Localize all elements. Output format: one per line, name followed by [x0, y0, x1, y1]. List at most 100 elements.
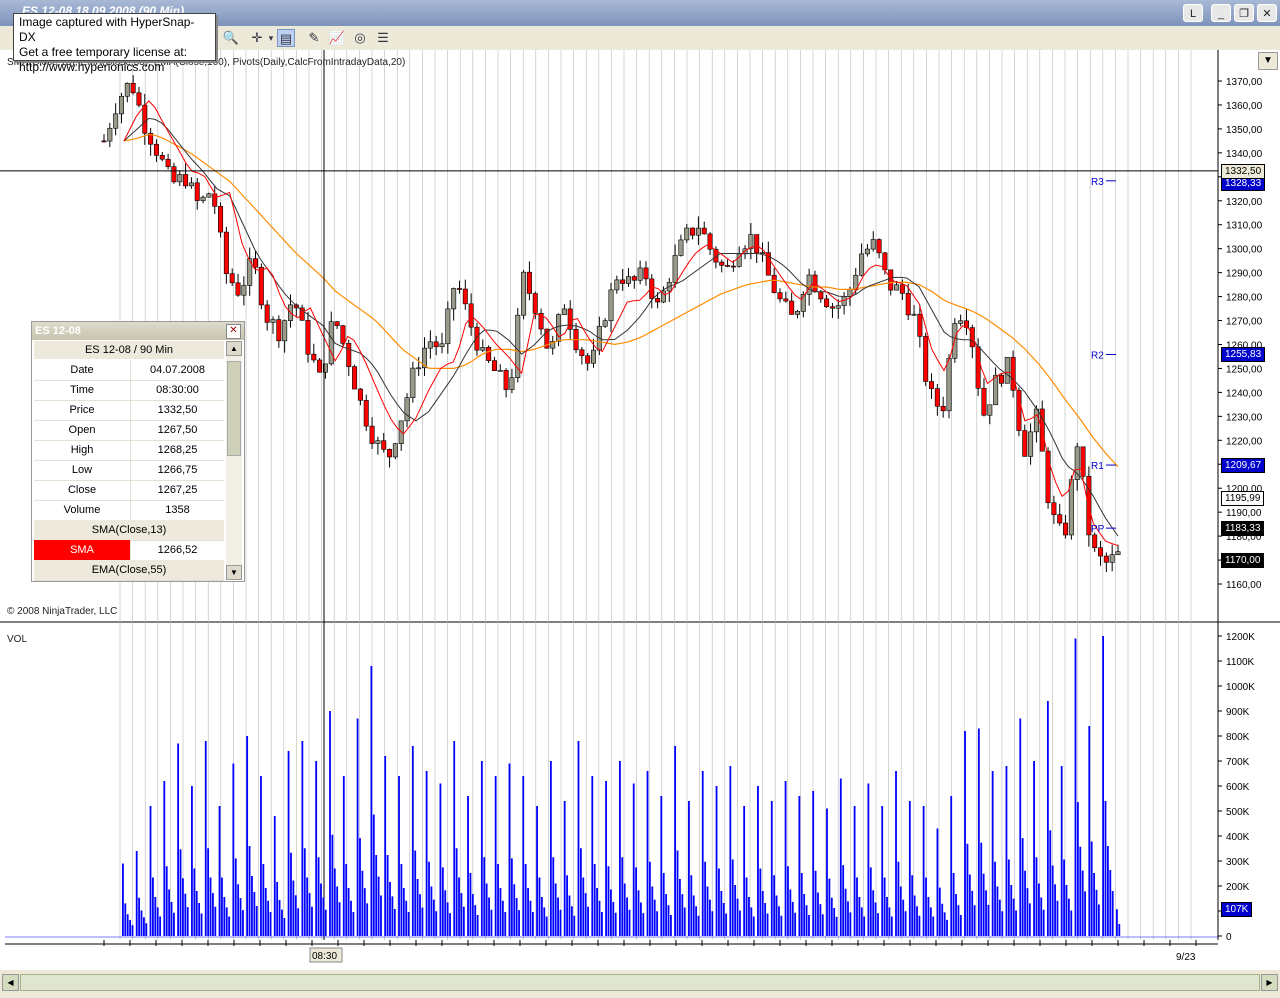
candle-body: [1004, 356, 1010, 384]
properties-icon[interactable]: ☰: [374, 29, 392, 47]
pivot-pp-badge: 1183,33: [1221, 521, 1265, 537]
volume-bar: [225, 907, 228, 936]
volume-bar: [1049, 830, 1052, 936]
price-tick-label: 1160,00: [1226, 580, 1262, 591]
data-box-row-label: Time: [34, 380, 131, 400]
candle-body: [894, 284, 900, 291]
candle-body: [579, 349, 585, 357]
volume-bar: [1024, 870, 1026, 936]
watermark-line-2: Get a free temporary license at:: [19, 45, 188, 59]
volume-bar: [156, 907, 159, 936]
data-box-header[interactable]: ES 12-08 ✕: [32, 322, 244, 340]
candle-body: [690, 227, 696, 236]
candle-body: [480, 347, 486, 351]
volume-bar: [573, 915, 576, 936]
volume-bar: [552, 857, 555, 936]
candle-body: [468, 303, 474, 328]
volume-bar: [485, 883, 488, 936]
volume-bar: [587, 906, 589, 936]
scroll-thumb[interactable]: [227, 361, 241, 456]
candle-body: [847, 289, 853, 297]
volume-bar: [784, 781, 787, 936]
strategies-icon[interactable]: ◎: [351, 29, 369, 47]
volume-bar: [690, 875, 693, 936]
volume-bar: [1079, 846, 1082, 936]
scroll-left-icon[interactable]: ◀: [2, 974, 19, 991]
chart-horizontal-scrollbar[interactable]: ◀ ▶: [0, 970, 1280, 998]
scroll-up-icon[interactable]: ▲: [226, 341, 242, 356]
volume-bar: [709, 899, 711, 936]
volume-bar: [347, 888, 350, 936]
scroll-down-icon[interactable]: ▼: [226, 565, 242, 580]
candle-body: [363, 400, 369, 427]
candle-body: [940, 405, 946, 412]
candle-body: [929, 381, 935, 389]
volume-bar: [895, 771, 897, 936]
volume-bar: [991, 771, 994, 936]
candle-body: [882, 252, 888, 271]
data-box-row-label: High: [34, 440, 131, 460]
volume-bar: [734, 885, 737, 936]
volume-bar: [122, 863, 124, 936]
volume-bar: [1005, 766, 1008, 936]
indicators-icon[interactable]: 📈: [328, 29, 346, 47]
volume-bar: [670, 915, 672, 936]
scroll-right-icon[interactable]: ▶: [1261, 974, 1278, 991]
data-box-row-label: Date: [34, 360, 131, 380]
chart-canvas[interactable]: 1370,001360,001350,001340,001330,001320,…: [0, 50, 1280, 970]
candle-body: [876, 239, 882, 254]
scroll-track[interactable]: [20, 974, 1260, 991]
price-tick-label: 1320,00: [1226, 197, 1263, 208]
data-box-title: ES 12-08: [35, 325, 81, 337]
volume-bar: [688, 801, 690, 936]
volume-panel-label: VOL: [7, 634, 28, 645]
data-box-scrollbar[interactable]: ▲ ▼: [226, 341, 242, 580]
zoom-icon[interactable]: 🔍: [222, 29, 240, 47]
candle-body: [620, 279, 626, 284]
candle-body: [153, 143, 159, 156]
volume-bar: [635, 867, 638, 936]
volume-bar: [605, 781, 607, 936]
volume-bar: [515, 898, 518, 936]
data-box-window[interactable]: ES 12-08 ✕ ES 12-08 / 90 Min Date 04.07.2…: [31, 321, 245, 582]
volume-bar: [435, 911, 438, 936]
volume-bar: [1012, 898, 1015, 936]
link-button[interactable]: L: [1183, 4, 1203, 22]
restore-button[interactable]: ❐: [1234, 4, 1254, 22]
data-box-close-icon[interactable]: ✕: [226, 324, 241, 339]
data-box-icon[interactable]: ▤: [277, 29, 295, 47]
volume-bar: [159, 916, 162, 936]
candle-body: [561, 308, 567, 315]
volume-bar: [925, 877, 927, 936]
chart-menu-dropdown[interactable]: ▼: [1258, 52, 1278, 70]
volume-bar: [918, 915, 921, 936]
volume-bar: [911, 875, 914, 936]
volume-bar: [582, 877, 585, 936]
close-button[interactable]: ✕: [1257, 4, 1277, 22]
volume-bar: [356, 718, 359, 936]
data-box-row-label: Price: [34, 400, 131, 420]
volume-bar: [904, 911, 907, 936]
volume-bar: [853, 806, 856, 936]
volume-bar: [529, 900, 532, 936]
volume-bar: [1007, 859, 1010, 936]
candle-body: [760, 252, 766, 254]
candle-body: [387, 449, 393, 458]
minimize-button[interactable]: _: [1211, 4, 1231, 22]
volume-bar: [867, 783, 870, 936]
volume-bar: [646, 771, 649, 936]
volume-tick-label: 1000K: [1226, 682, 1255, 693]
candle-body: [491, 360, 497, 371]
volume-bar: [510, 858, 513, 936]
price-tick-label: 1290,00: [1226, 269, 1263, 280]
volume-bar: [881, 806, 884, 936]
drawing-tools-icon[interactable]: ✎: [305, 29, 323, 47]
volume-bar: [932, 916, 935, 936]
volume-bar: [1010, 885, 1013, 936]
volume-bar: [389, 882, 391, 936]
data-box-row: Time 08:30:00: [34, 380, 224, 401]
data-box-instrument: ES 12-08 / 90 Min: [34, 341, 224, 359]
candle-body: [824, 298, 830, 308]
volume-bar: [182, 878, 184, 936]
volume-bar: [913, 895, 916, 936]
